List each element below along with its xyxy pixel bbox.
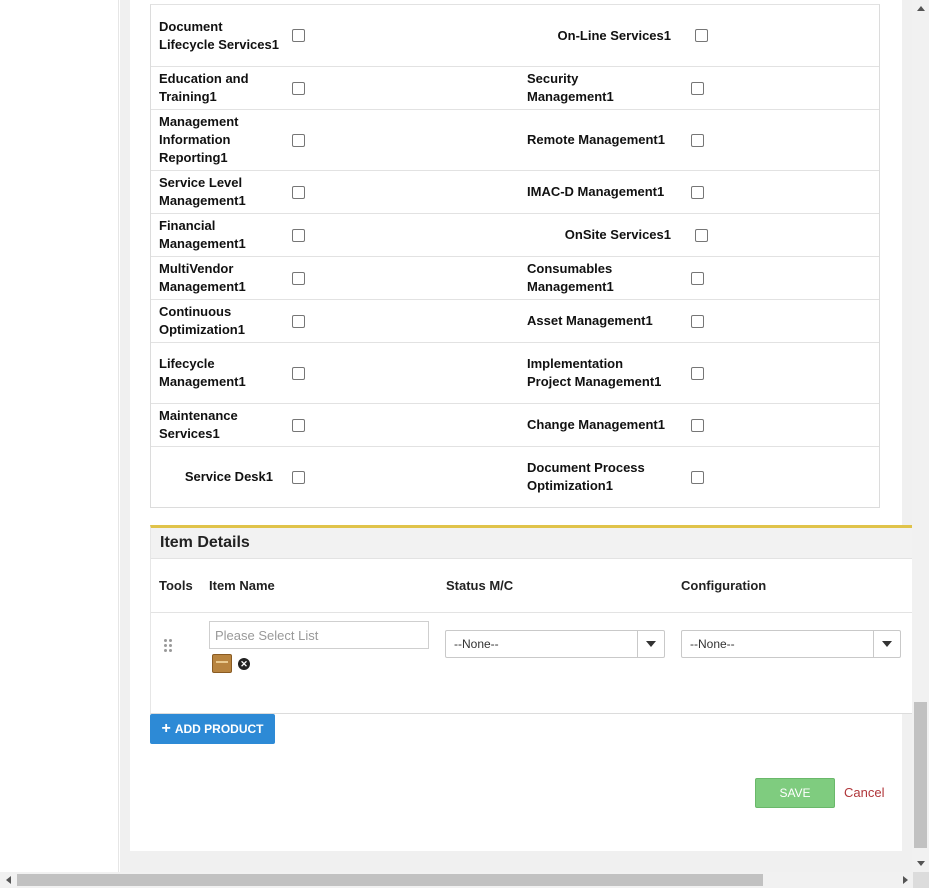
vertical-scroll-thumb[interactable] [914,702,927,848]
service-checkbox[interactable] [291,418,305,432]
item-details-panel: Item Details Tools Item Name Status M/C … [150,525,912,714]
scroll-up-icon[interactable] [912,0,929,17]
service-checkbox[interactable] [291,133,305,147]
service-checkbox[interactable] [690,81,704,95]
service-label: Security Management1 [527,71,614,104]
service-label: Maintenance Services1 [159,408,238,441]
plus-icon: + [161,720,171,737]
service-checkbox[interactable] [291,271,305,285]
item-details-header: Item Details [151,528,912,559]
service-checkbox[interactable] [291,81,305,95]
service-label: Financial Management1 [159,218,246,251]
services-row: Financial Management1 OnSite Services1 [151,213,879,256]
column-header-item-name: Item Name [209,578,275,593]
services-row: Management Information Reporting1 Remote… [151,109,879,170]
service-checkbox[interactable] [291,314,305,328]
services-row: Maintenance Services1 Change Management1 [151,403,879,446]
service-label: Continuous Optimization1 [159,304,245,337]
service-label: Education and Training1 [159,71,249,104]
add-product-label: ADD PRODUCT [174,722,264,736]
service-label: MultiVendor Management1 [159,261,246,294]
scroll-down-icon[interactable] [912,855,929,872]
chevron-down-icon[interactable] [637,631,664,657]
service-checkbox[interactable] [690,366,704,380]
status-select[interactable]: --None-- [445,630,665,658]
service-checkbox[interactable] [694,29,708,42]
service-label: IMAC-D Management1 [527,184,665,199]
service-label: Asset Management1 [527,313,653,328]
service-label: Lifecycle Management1 [159,356,246,389]
service-checkbox[interactable] [291,470,305,484]
services-row: Service Desk1 Document Process Optimizat… [151,446,879,507]
item-name-placeholder: Please Select List [215,627,319,643]
services-row: Service Level Management1 IMAC-D Managem… [151,170,879,213]
service-checkbox[interactable] [690,133,704,147]
status-select-value: --None-- [454,637,499,651]
service-checkbox[interactable] [690,470,704,484]
save-button[interactable]: SAVE [755,778,835,808]
horizontal-scroll-thumb[interactable] [17,874,763,886]
service-checkbox[interactable] [690,271,704,285]
service-checkbox[interactable] [694,228,708,242]
clear-icon[interactable]: ✕ [238,658,250,670]
service-checkbox[interactable] [690,418,704,432]
services-row: Education and Training1 Security Managem… [151,66,879,109]
scrollbar-corner [913,872,929,888]
item-details-title: Item Details [160,534,250,551]
chevron-down-icon[interactable] [873,631,900,657]
service-label: Management Information Reporting1 [159,114,239,165]
item-name-input[interactable]: Please Select List [209,621,429,649]
left-pane [0,0,119,872]
service-checkbox[interactable] [291,185,305,199]
service-label: Remote Management1 [527,132,665,147]
services-row: MultiVendor Management1 Consumables Mana… [151,256,879,299]
vertical-scrollbar[interactable] [912,0,929,872]
scroll-left-icon[interactable] [0,872,16,888]
services-row: Lifecycle Management1 Implementation Pro… [151,342,879,403]
service-label: Service Desk1 [184,469,273,484]
add-product-button[interactable]: + ADD PRODUCT [150,714,275,744]
column-header-configuration: Configuration [681,578,767,593]
service-label: Document Lifecycle Services1 [159,18,279,52]
service-label: Document Process Optimization1 [527,460,645,493]
cancel-link[interactable]: Cancel [844,785,884,800]
column-header-tools: Tools [159,578,193,593]
services-row: Continuous Optimization1 Asset Managemen… [151,299,879,342]
column-header-status: Status M/C [446,578,514,593]
service-checkbox[interactable] [291,29,305,42]
scroll-right-icon[interactable] [897,872,913,888]
service-label: On-Line Services1 [557,27,671,43]
service-label: Consumables Management1 [527,261,614,294]
service-checkbox[interactable] [291,228,305,242]
service-checkbox[interactable] [690,185,704,199]
service-checkbox[interactable] [291,366,305,380]
service-label: Implementation Project Management1 [527,356,662,389]
configuration-select[interactable]: --None-- [681,630,901,658]
service-label: Service Level Management1 [159,175,246,208]
service-label: OnSite Services1 [564,227,671,242]
configuration-select-value: --None-- [690,637,735,651]
product-box-icon[interactable] [212,654,232,673]
drag-handle-icon[interactable] [164,639,174,653]
services-table: Document Lifecycle Services1 On-Line Ser… [150,4,880,508]
header-divider [151,612,912,613]
horizontal-scrollbar[interactable] [0,872,929,888]
services-row: Document Lifecycle Services1 On-Line Ser… [151,5,879,66]
service-checkbox[interactable] [690,314,704,328]
save-label: SAVE [779,786,811,800]
service-label: Change Management1 [527,417,665,432]
